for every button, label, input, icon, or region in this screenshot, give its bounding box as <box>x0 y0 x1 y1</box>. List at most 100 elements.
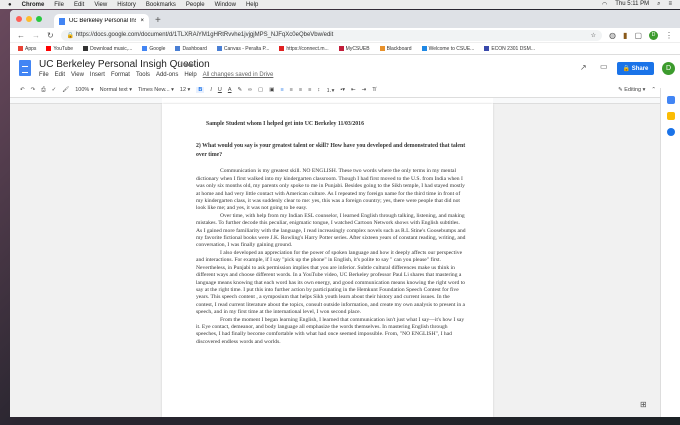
bold-button[interactable]: B <box>196 87 205 93</box>
line-spacing-icon[interactable]: ↕ <box>317 87 320 93</box>
tasks-icon[interactable] <box>666 128 675 136</box>
url-input[interactable]: 🔒 https://docs.google.com/document/d/1TL… <box>60 29 603 41</box>
close-tab-icon[interactable]: × <box>140 18 144 24</box>
editing-mode-select[interactable]: ✎ Editing ▾ <box>618 87 645 93</box>
new-tab-button[interactable]: + <box>155 15 161 26</box>
menubar-people[interactable]: People <box>186 2 205 8</box>
extension-icon-2[interactable]: ▮ <box>623 31 627 40</box>
style-select[interactable]: Normal text ▾ <box>100 87 132 93</box>
extension-icon-3[interactable]: ▢ <box>634 31 642 40</box>
notification-icon[interactable]: ≡ <box>668 1 672 8</box>
star-icon[interactable]: ☆ ▬ <box>176 59 193 68</box>
collapse-icon[interactable]: ⌃ <box>651 87 656 93</box>
menubar-window[interactable]: Window <box>215 2 236 8</box>
account-avatar[interactable]: D <box>662 62 675 75</box>
browser-window: UC Berkeley Personal Insigh Q× + ← → ↻ 🔒 h… <box>10 10 680 417</box>
menu-tools[interactable]: Tools <box>136 72 150 78</box>
close-window-button[interactable] <box>16 16 22 22</box>
numbered-list-icon[interactable]: ⒈▾ <box>326 86 334 94</box>
underline-button[interactable]: U <box>218 87 222 93</box>
paragraph: Communication is my greatest skill. NO E… <box>196 168 465 212</box>
menu-help[interactable]: Help <box>184 72 196 78</box>
maximize-window-button[interactable] <box>36 16 42 22</box>
increase-indent-icon[interactable]: ⇥ <box>362 87 367 93</box>
apple-icon[interactable]: ● <box>8 2 12 8</box>
browser-tab[interactable]: UC Berkeley Personal Insigh Q× <box>54 14 149 28</box>
bookmark-icon <box>18 45 23 51</box>
bookmark-item[interactable]: Dashboard <box>175 46 207 52</box>
explore-icon[interactable]: ⊞ <box>640 400 647 409</box>
chrome-menu-icon[interactable]: ⋮ <box>665 31 673 40</box>
share-button[interactable]: 🔒 Share <box>617 62 654 75</box>
wifi-icon[interactable]: ◠ <box>602 1 607 8</box>
font-select[interactable]: Times New... ▾ <box>138 87 174 93</box>
bookmark-item[interactable]: ECON 2301 DSM... <box>484 46 535 52</box>
align-left-icon[interactable]: ≡ <box>280 87 283 93</box>
bookmark-item[interactable]: Download music,... <box>83 46 132 52</box>
activity-icon[interactable]: ↗ <box>580 63 587 72</box>
extension-icon[interactable]: ◍ <box>609 31 616 40</box>
comment-icon[interactable]: ▢ <box>258 87 263 93</box>
menubar-bookmarks[interactable]: Bookmarks <box>146 2 176 8</box>
keep-icon[interactable] <box>666 112 675 120</box>
menu-addons[interactable]: Add-ons <box>156 72 178 78</box>
paint-format-icon[interactable]: 🖌 <box>62 87 69 93</box>
bookmark-item[interactable]: Blackboard <box>379 46 412 52</box>
reload-icon[interactable]: ↻ <box>47 31 54 40</box>
address-bar-row: ← → ↻ 🔒 https://docs.google.com/document/d… <box>10 28 680 43</box>
bookmark-icon <box>46 45 52 51</box>
clock[interactable]: Thu 5:11 PM <box>615 1 649 8</box>
back-icon[interactable]: ← <box>17 31 25 40</box>
paragraph: I also developed an appreciation for the… <box>196 249 466 316</box>
bookmark-item[interactable]: Canvas - Peralta P... <box>216 45 269 52</box>
bookmark-item[interactable]: MyCSUEB <box>338 46 370 52</box>
justify-icon[interactable]: ≡ <box>308 87 311 93</box>
font-size-select[interactable]: 12 ▾ <box>180 87 190 93</box>
menubar-edit[interactable]: Edit <box>74 2 84 8</box>
spotlight-icon[interactable]: ⌕ <box>657 1 660 8</box>
highlight-icon[interactable]: ✎ <box>238 87 243 93</box>
bookmark-star-icon[interactable]: ☆ <box>591 32 596 39</box>
profile-avatar[interactable]: D <box>649 30 658 40</box>
align-right-icon[interactable]: ≡ <box>299 87 302 93</box>
menubar-help[interactable]: Help <box>246 2 258 8</box>
docs-logo-icon[interactable] <box>19 60 31 76</box>
text-color-button[interactable]: A <box>228 87 232 93</box>
forward-icon[interactable]: → <box>32 31 40 40</box>
bookmark-item[interactable]: Welcome to CSUE... <box>421 46 474 52</box>
italic-button[interactable]: I <box>210 87 212 93</box>
menubar-history[interactable]: History <box>117 2 136 8</box>
bookmark-item[interactable]: YouTube <box>46 46 73 52</box>
menu-file[interactable]: File <box>39 72 49 78</box>
redo-icon[interactable]: ↷ <box>31 87 36 93</box>
minimize-window-button[interactable] <box>26 16 32 22</box>
bookmark-item[interactable]: https://connect.m... <box>279 46 329 52</box>
menubar-file[interactable]: File <box>54 2 64 8</box>
bookmark-item[interactable]: Apps <box>18 46 36 52</box>
clear-formatting-icon[interactable]: T̸ <box>372 87 375 93</box>
menu-insert[interactable]: Insert <box>90 72 105 78</box>
bookmark-item[interactable]: Google <box>142 46 165 52</box>
link-icon[interactable]: ∞ <box>248 87 252 93</box>
menubar-app[interactable]: Chrome <box>22 2 45 8</box>
zoom-select[interactable]: 100% ▾ <box>75 87 93 93</box>
undo-icon[interactable]: ↶ <box>20 87 25 93</box>
paragraph: From the moment I began learning English… <box>196 316 465 345</box>
align-center-icon[interactable]: ≡ <box>290 87 293 93</box>
image-icon[interactable]: ▣ <box>269 87 274 93</box>
menubar-view[interactable]: View <box>94 2 107 8</box>
decrease-indent-icon[interactable]: ⇤ <box>351 87 356 93</box>
document-page[interactable]: Sample Student whom I helped get into UC… <box>162 104 493 417</box>
menu-format[interactable]: Format <box>111 72 130 78</box>
print-icon[interactable]: ⎙ <box>41 87 45 94</box>
bulleted-list-icon[interactable]: •▾ <box>340 87 345 93</box>
document-heading: Sample Student whom I helped get into UC… <box>206 121 364 127</box>
save-status-link[interactable]: All changes saved in Drive <box>203 72 274 78</box>
menu-view[interactable]: View <box>71 72 84 78</box>
spellcheck-icon[interactable]: ✓ <box>52 87 57 93</box>
menu-edit[interactable]: Edit <box>55 72 65 78</box>
question-heading: 2) What would you say is your greatest t… <box>196 143 466 158</box>
comments-icon[interactable]: ▭ <box>600 62 608 71</box>
calendar-icon[interactable] <box>666 96 675 104</box>
bookmark-icon <box>216 45 222 51</box>
